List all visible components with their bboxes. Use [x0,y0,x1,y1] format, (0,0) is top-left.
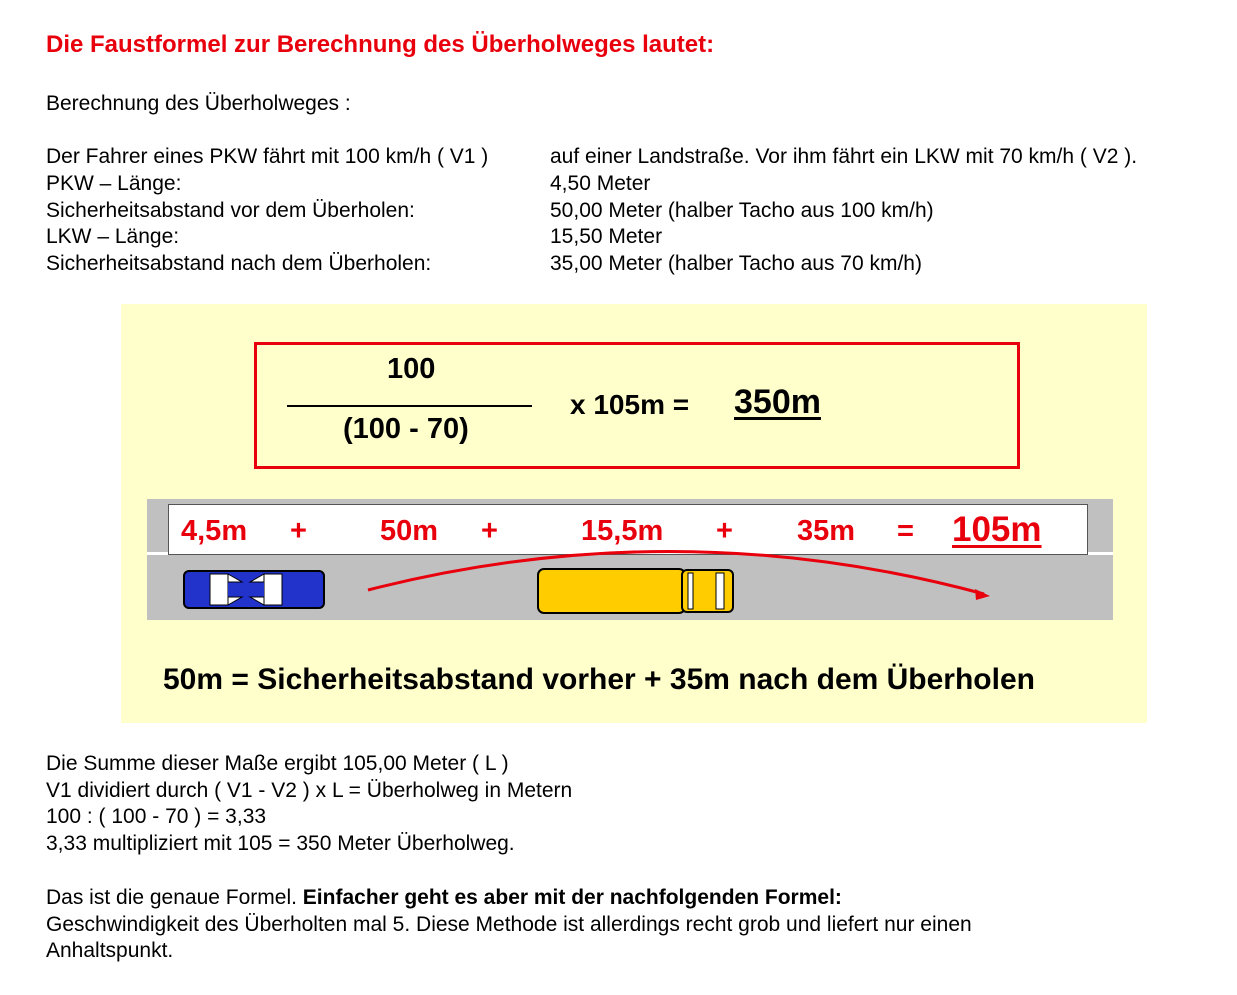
formula-multiplier: x 105m = [570,389,690,420]
car-icon [183,570,325,609]
explanation-line: 3,33 multipliziert mit 105 = 350 Meter Ü… [46,832,515,855]
footer-normal-text: Das ist die genaue Formel. [46,886,303,909]
footer-line: Geschwindigkeit des Überholten mal 5. Di… [46,913,972,936]
footer-line: Anhaltspunkt. [46,939,174,962]
diagram-panel: 100 (100 - 70) x 105m = 350m 4,5m + 50m … [121,304,1147,723]
spec-label: PKW – Länge: [46,172,182,195]
formula-result: 350m [734,383,821,421]
intro-left: Der Fahrer eines PKW fährt mit 100 km/h … [46,145,489,168]
vehicles-graphic [183,550,990,614]
spec-label: Sicherheitsabstand nach dem Überholen: [46,252,432,275]
spec-label: LKW – Länge: [46,225,180,248]
explanation-line: Die Summe dieser Maße ergibt 105,00 Mete… [46,752,509,775]
spec-value: 4,50 Meter [550,172,651,195]
explanation-line: V1 dividiert durch ( V1 - V2 ) x L = Übe… [46,779,573,802]
formula-denominator: (100 - 70) [343,413,469,445]
spec-value: 15,50 Meter [550,225,663,248]
road: 4,5m + 50m + 15,5m + 35m = 105m [147,499,1113,620]
page-heading: Die Faustformel zur Berechnung des Überh… [46,31,715,58]
formula-box: 100 (100 - 70) x 105m = 350m [254,342,1020,469]
formula-numerator: 100 [387,353,436,385]
intro-right: auf einer Landstraße. Vor ihm fährt ein … [550,145,1138,168]
footer-bold-text: Einfacher geht es aber mit der nachfolge… [302,886,842,909]
explanation-line: 100 : ( 100 - 70 ) = 3,33 [46,805,267,828]
diagram-caption: 50m = Sicherheitsabstand vorher + 35m na… [163,663,1035,696]
subheading: Berechnung des Überholweges : [46,92,351,115]
spec-value: 50,00 Meter (halber Tacho aus 100 km/h) [550,199,934,222]
spec-label: Sicherheitsabstand vor dem Überholen: [46,199,415,222]
fraction-line [287,405,532,407]
spec-value: 35,00 Meter (halber Tacho aus 70 km/h) [550,252,922,275]
truck-icon [537,568,734,614]
footer-line: Das ist die genaue Formel. Einfacher geh… [46,885,842,912]
